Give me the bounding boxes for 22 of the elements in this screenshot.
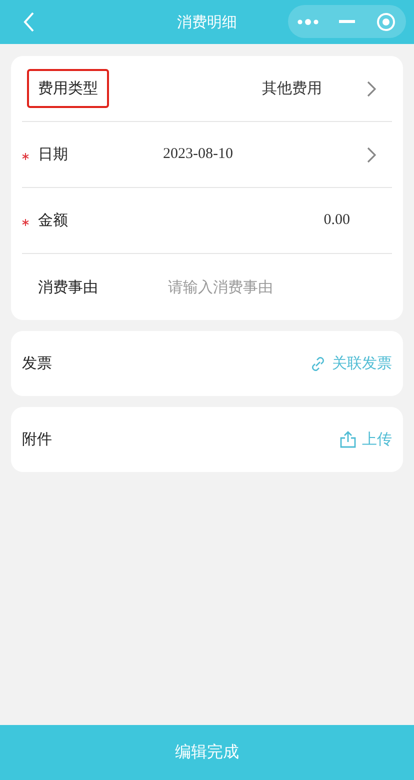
upload-link[interactable]: 上传: [340, 430, 392, 449]
field-label: 金额: [38, 211, 68, 230]
section-label: 附件: [22, 430, 52, 449]
section-label: 发票: [22, 354, 52, 373]
field-value[interactable]: 0.00: [324, 212, 350, 229]
minus-icon: [338, 20, 355, 24]
target-icon: [376, 12, 396, 32]
field-value: 其他费用: [262, 79, 322, 98]
chevron-icon: [366, 80, 376, 96]
upload-icon: [340, 431, 356, 448]
page-title: 消费明细: [177, 12, 237, 32]
back-icon: [23, 12, 35, 32]
input-field[interactable]: 请输入消费事由: [166, 277, 376, 297]
dots-icon: [296, 18, 319, 26]
chevron-icon: [366, 146, 376, 162]
field-label: 日期: [38, 145, 68, 164]
field-label: 消费事由: [38, 278, 98, 296]
link-invoice-link[interactable]: 关联发票: [310, 354, 392, 373]
field-value: 2023-08-10: [163, 146, 233, 163]
field-label: 费用类型: [27, 69, 109, 108]
link-icon: [310, 356, 326, 372]
submit-button[interactable]: 编辑完成: [0, 725, 414, 780]
